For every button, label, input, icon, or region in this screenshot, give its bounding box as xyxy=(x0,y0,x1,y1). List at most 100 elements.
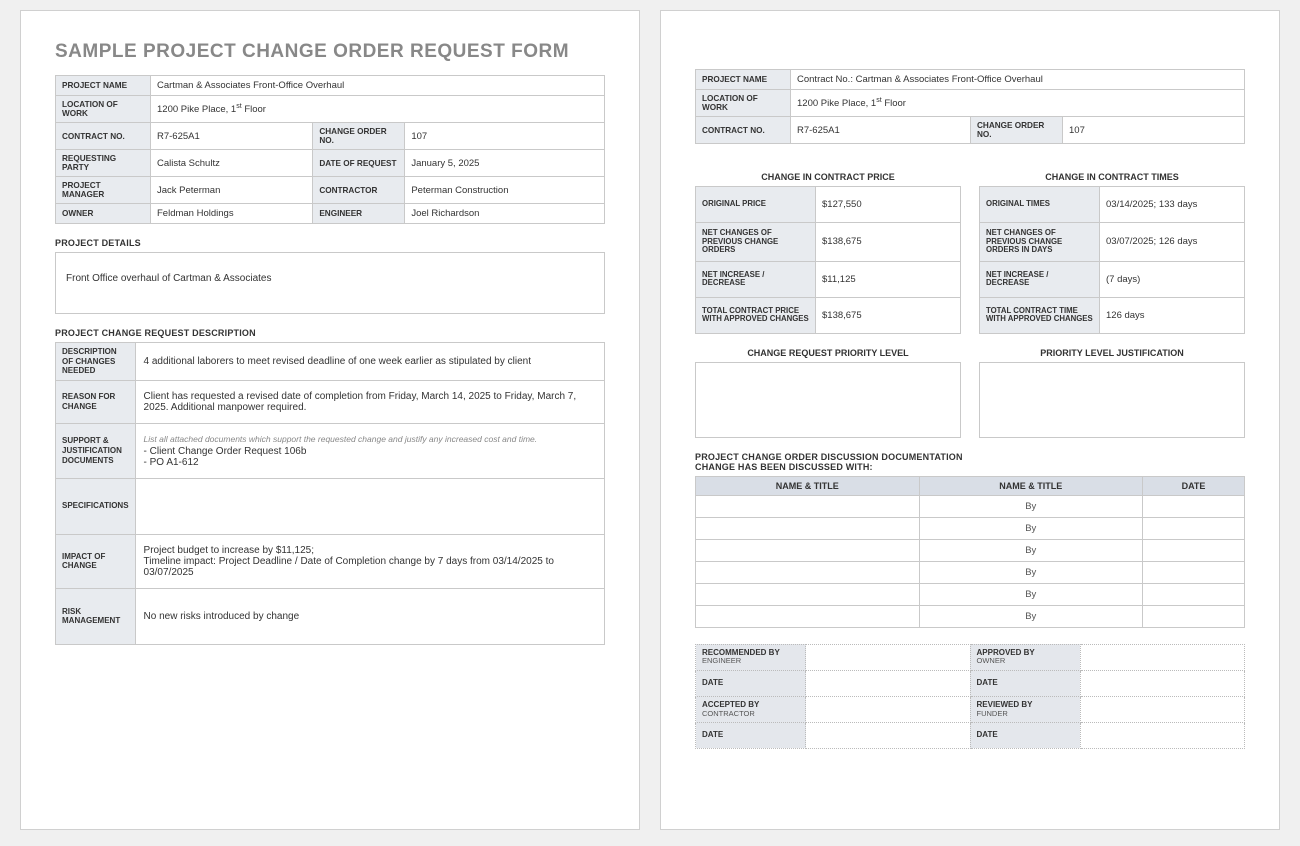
value-change-order-no-p2: 107 xyxy=(1063,117,1245,144)
value-support-docs: List all attached documents which suppor… xyxy=(135,423,604,478)
label-reason-for-change: REASON FOR CHANGE xyxy=(56,380,136,423)
value-total-time-approved: 126 days xyxy=(1100,297,1245,333)
value-date-3 xyxy=(806,722,971,748)
label-date-2: DATE xyxy=(970,670,1080,696)
table-row xyxy=(696,517,1245,539)
value-project-name: Cartman & Associates Front-Office Overha… xyxy=(151,76,605,96)
priority-level-box xyxy=(695,362,961,438)
value-accepted-by xyxy=(806,696,971,722)
section-project-details: PROJECT DETAILS xyxy=(55,238,605,248)
table-row xyxy=(696,605,1245,627)
value-date-4 xyxy=(1080,722,1245,748)
col-name-title-2: NAME & TITLE xyxy=(919,476,1143,495)
label-change-order-no-p2: CHANGE ORDER NO. xyxy=(971,117,1063,144)
section-priority-level: CHANGE REQUEST PRIORITY LEVEL xyxy=(695,348,961,358)
value-impact-of-change: Project budget to increase by $11,125; T… xyxy=(135,534,604,588)
label-contractor: CONTRACTOR xyxy=(313,177,405,204)
label-change-order-no: CHANGE ORDER NO. xyxy=(313,123,405,150)
label-project-name: PROJECT NAME xyxy=(56,76,151,96)
header-table: PROJECT NAME Cartman & Associates Front-… xyxy=(55,75,605,224)
table-row xyxy=(696,583,1245,605)
col-name-title-1: NAME & TITLE xyxy=(696,476,920,495)
label-project-name-p2: PROJECT NAME xyxy=(696,70,791,90)
value-net-increase-times: (7 days) xyxy=(1100,261,1245,297)
label-location-p2: LOCATION OF WORK xyxy=(696,90,791,117)
label-reviewed-by: REVIEWED BY FUNDER xyxy=(970,696,1080,722)
label-date-1: DATE xyxy=(696,670,806,696)
label-original-price: ORIGINAL PRICE xyxy=(696,187,816,223)
section-change-in-times: CHANGE IN CONTRACT TIMES xyxy=(979,172,1245,182)
label-approved-by: APPROVED BY OWNER xyxy=(970,644,1080,670)
label-project-manager: PROJECT MANAGER xyxy=(56,177,151,204)
value-approved-by xyxy=(1080,644,1245,670)
value-location-p2: 1200 Pike Place, 1st Floor xyxy=(791,90,1245,117)
label-location: LOCATION OF WORK xyxy=(56,96,151,123)
table-row xyxy=(696,561,1245,583)
value-risk-mgmt: No new risks introduced by change xyxy=(135,588,604,644)
label-owner: OWNER xyxy=(56,204,151,224)
value-change-order-no: 107 xyxy=(405,123,605,150)
value-owner: Feldman Holdings xyxy=(151,204,313,224)
value-contract-no-p2: R7-625A1 xyxy=(791,117,971,144)
value-project-name-p2: Contract No.: Cartman & Associates Front… xyxy=(791,70,1245,90)
label-accepted-by: ACCEPTED BY CONTRACTOR xyxy=(696,696,806,722)
value-date-1 xyxy=(806,670,971,696)
price-column: CHANGE IN CONTRACT PRICE ORIGINAL PRICE … xyxy=(695,158,961,438)
section-discussion-doc: PROJECT CHANGE ORDER DISCUSSION DOCUMENT… xyxy=(695,452,1245,462)
label-date-of-request: DATE OF REQUEST xyxy=(313,150,405,177)
header-table-p2: PROJECT NAME Contract No.: Cartman & Ass… xyxy=(695,69,1245,144)
value-desc-changes: 4 additional laborers to meet revised de… xyxy=(135,343,604,381)
label-specifications: SPECIFICATIONS xyxy=(56,478,136,534)
value-project-manager: Jack Peterman xyxy=(151,177,313,204)
value-contractor: Peterman Construction xyxy=(405,177,605,204)
value-date-of-request: January 5, 2025 xyxy=(405,150,605,177)
value-requesting-party: Calista Schultz xyxy=(151,150,313,177)
label-net-changes-prev-days: NET CHANGES OF PREVIOUS CHANGE ORDERS IN… xyxy=(980,223,1100,262)
table-row xyxy=(696,495,1245,517)
value-total-price-approved: $138,675 xyxy=(816,297,961,333)
value-recommended-by xyxy=(806,644,971,670)
value-date-2 xyxy=(1080,670,1245,696)
label-date-3: DATE xyxy=(696,722,806,748)
value-reviewed-by xyxy=(1080,696,1245,722)
value-original-price: $127,550 xyxy=(816,187,961,223)
label-total-price-approved: TOTAL CONTRACT PRICE WITH APPROVED CHANG… xyxy=(696,297,816,333)
label-net-increase-times: NET INCREASE / DECREASE xyxy=(980,261,1100,297)
project-details-box: Front Office overhaul of Cartman & Assoc… xyxy=(55,252,605,314)
priority-justification-box xyxy=(979,362,1245,438)
value-specifications xyxy=(135,478,604,534)
label-impact-of-change: IMPACT OF CHANGE xyxy=(56,534,136,588)
form-title: SAMPLE PROJECT CHANGE ORDER REQUEST FORM xyxy=(55,41,605,63)
times-column: CHANGE IN CONTRACT TIMES ORIGINAL TIMES … xyxy=(979,158,1245,438)
value-net-increase-price: $11,125 xyxy=(816,261,961,297)
value-contract-no: R7-625A1 xyxy=(151,123,313,150)
label-contract-no: CONTRACT NO. xyxy=(56,123,151,150)
page-2: PROJECT NAME Contract No.: Cartman & Ass… xyxy=(660,10,1280,830)
value-original-times: 03/14/2025; 133 days xyxy=(1100,187,1245,223)
col-date: DATE xyxy=(1143,476,1245,495)
value-net-changes-prev-days: 03/07/2025; 126 days xyxy=(1100,223,1245,262)
page-1: SAMPLE PROJECT CHANGE ORDER REQUEST FORM… xyxy=(20,10,640,830)
label-net-changes-prev-price: NET CHANGES OF PREVIOUS CHANGE ORDERS xyxy=(696,223,816,262)
times-table: ORIGINAL TIMES 03/14/2025; 133 days NET … xyxy=(979,186,1245,334)
label-date-4: DATE xyxy=(970,722,1080,748)
value-net-changes-prev-price: $138,675 xyxy=(816,223,961,262)
label-support-docs: SUPPORT & JUSTIFICATION DOCUMENTS xyxy=(56,423,136,478)
label-contract-no-p2: CONTRACT NO. xyxy=(696,117,791,144)
section-discussed-with: CHANGE HAS BEEN DISCUSSED WITH: xyxy=(695,462,1245,472)
label-total-time-approved: TOTAL CONTRACT TIME WITH APPROVED CHANGE… xyxy=(980,297,1100,333)
label-engineer: ENGINEER xyxy=(313,204,405,224)
section-change-request-desc: PROJECT CHANGE REQUEST DESCRIPTION xyxy=(55,328,605,338)
change-request-table: DESCRIPTION OF CHANGES NEEDED 4 addition… xyxy=(55,342,605,645)
value-location: 1200 Pike Place, 1st Floor xyxy=(151,96,605,123)
label-desc-changes: DESCRIPTION OF CHANGES NEEDED xyxy=(56,343,136,381)
value-engineer: Joel Richardson xyxy=(405,204,605,224)
table-row xyxy=(696,539,1245,561)
value-reason-for-change: Client has requested a revised date of c… xyxy=(135,380,604,423)
label-original-times: ORIGINAL TIMES xyxy=(980,187,1100,223)
section-change-in-price: CHANGE IN CONTRACT PRICE xyxy=(695,172,961,182)
label-risk-mgmt: RISK MANAGEMENT xyxy=(56,588,136,644)
discussion-table: NAME & TITLE NAME & TITLE DATE xyxy=(695,476,1245,628)
label-net-increase-price: NET INCREASE / DECREASE xyxy=(696,261,816,297)
price-table: ORIGINAL PRICE $127,550 NET CHANGES OF P… xyxy=(695,186,961,334)
